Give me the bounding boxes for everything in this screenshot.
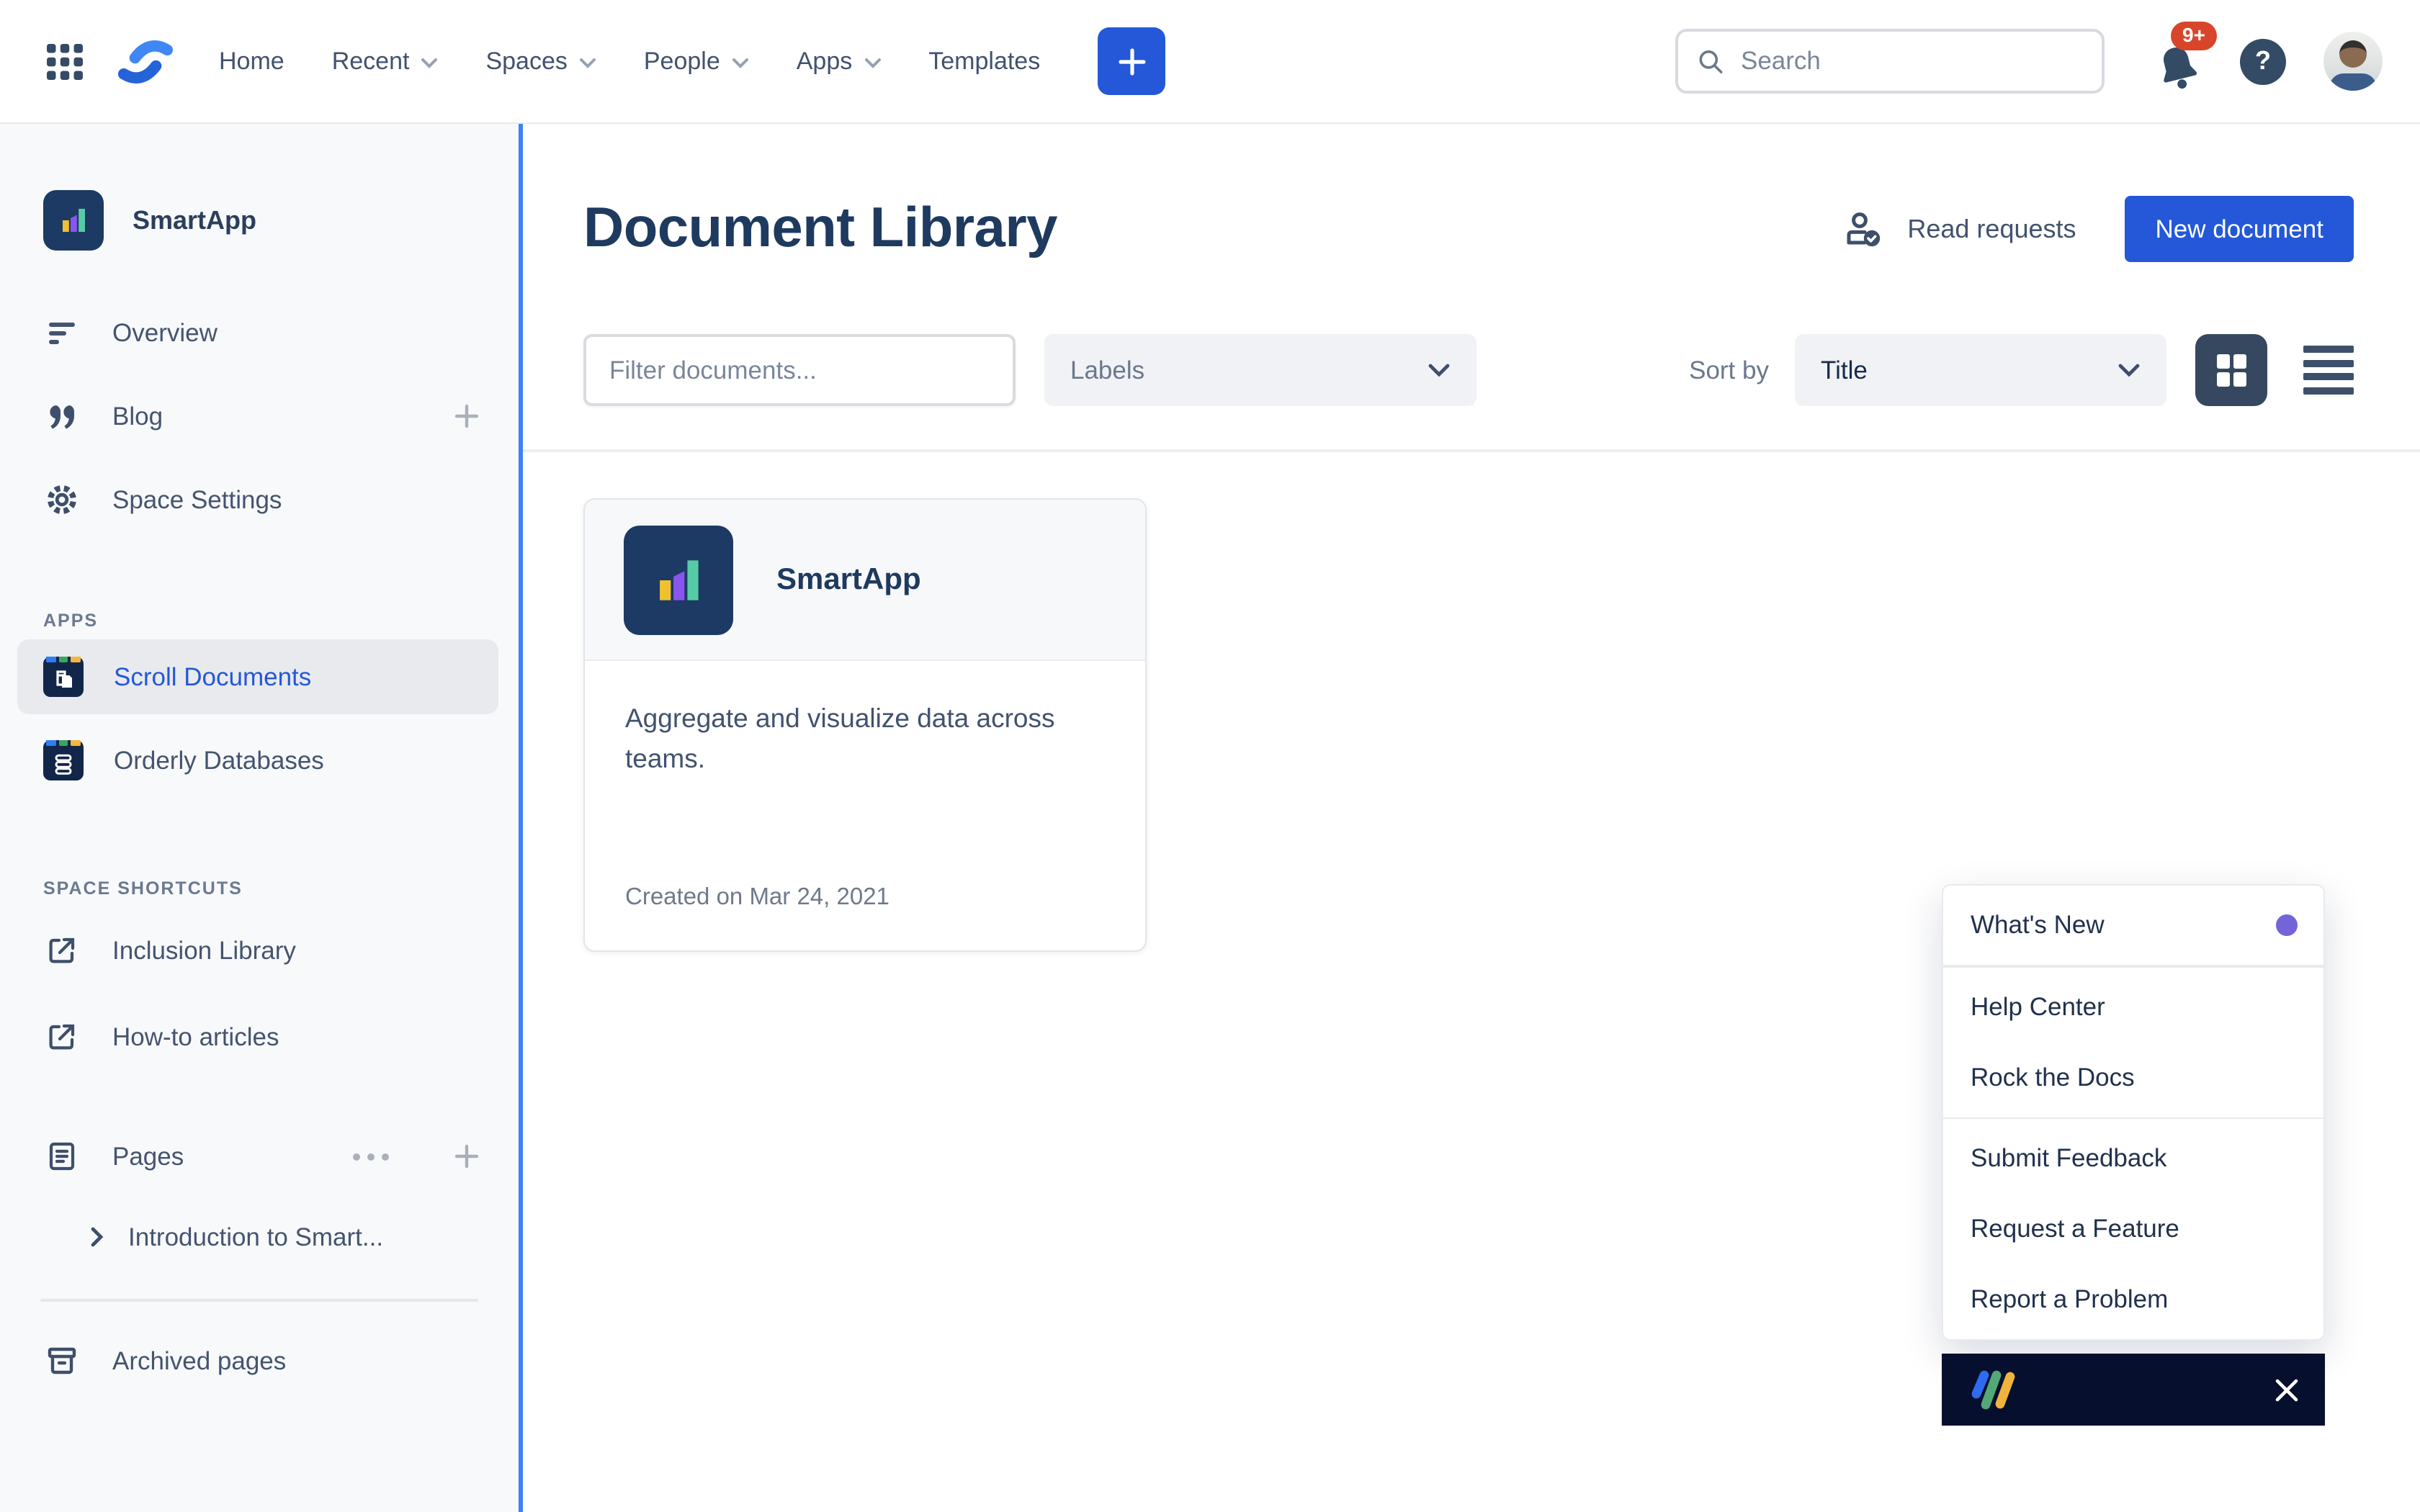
top-navigation-bar: Home Recent Spaces People Apps Templates (0, 0, 2420, 124)
plus-icon (452, 402, 481, 431)
primary-nav: Home Recent Spaces People Apps Templates (219, 47, 1040, 76)
labels-dropdown[interactable]: Labels (1044, 334, 1476, 406)
user-avatar[interactable] (2323, 32, 2383, 91)
chevron-down-icon (732, 57, 749, 68)
menu-item-rock-the-docs[interactable]: Rock the Docs (1943, 1042, 2323, 1112)
content-divider (523, 449, 2420, 452)
sort-by-label: Sort by (1689, 355, 1769, 385)
sidebar-item-blog[interactable]: Blog (0, 374, 519, 458)
orderly-databases-app-icon (43, 740, 84, 780)
scroll-documents-app-icon (43, 657, 84, 697)
search-icon (1697, 45, 1725, 77)
sidebar-item-how-to-articles[interactable]: How-to articles (0, 994, 519, 1080)
menu-item-report-a-problem[interactable]: Report a Problem (1943, 1264, 2323, 1335)
menu-item-submit-feedback[interactable]: Submit Feedback (1943, 1123, 2323, 1194)
chevron-down-icon (1428, 363, 1451, 377)
chevron-down-icon (864, 57, 881, 68)
document-created-date: Created on Mar 24, 2021 (585, 884, 1145, 950)
external-link-icon (43, 1020, 81, 1054)
space-name: SmartApp (133, 205, 256, 235)
document-description: Aggregate and visualize data across team… (585, 661, 1145, 884)
sidebar-item-overview[interactable]: Overview (0, 291, 519, 374)
menu-divider (1943, 965, 2323, 967)
sidebar-item-inclusion-library[interactable]: Inclusion Library (0, 907, 519, 994)
nav-spaces[interactable]: Spaces (485, 47, 596, 76)
nav-apps[interactable]: Apps (797, 47, 882, 76)
menu-item-help-center[interactable]: Help Center (1943, 971, 2323, 1042)
chevron-down-icon (421, 57, 438, 68)
sidebar-item-pages[interactable]: Pages (0, 1115, 519, 1198)
document-card-smartapp[interactable]: SmartApp Aggregate and visualize data ac… (583, 498, 1147, 952)
new-document-button[interactable]: New document (2125, 196, 2354, 262)
space-sidebar: SmartApp Overview (0, 124, 523, 1512)
search-input[interactable] (1741, 46, 2083, 76)
add-blog-button[interactable] (452, 402, 481, 431)
plus-icon (1116, 45, 1147, 77)
sort-dropdown[interactable]: Title (1795, 334, 2166, 406)
quote-icon (43, 399, 81, 433)
create-button[interactable] (1098, 27, 1165, 95)
page-title: Document Library (583, 197, 1057, 261)
plus-icon (452, 1142, 481, 1171)
sidebar-item-orderly-databases[interactable]: Orderly Databases (17, 723, 498, 798)
confluence-logo-icon[interactable] (118, 35, 173, 87)
grid-view-icon (2213, 348, 2250, 392)
document-title: SmartApp (776, 562, 921, 597)
sidebar-item-archived-pages[interactable]: Archived pages (0, 1319, 519, 1403)
grid-view-toggle[interactable] (2195, 334, 2267, 406)
nav-templates[interactable]: Templates (928, 47, 1040, 76)
external-link-icon (43, 933, 81, 968)
notification-badge: 9+ (2171, 21, 2217, 50)
help-popup-menu: What's New Help Center Rock the Docs Sub… (1942, 884, 2325, 1341)
help-button[interactable]: ? (2240, 38, 2286, 84)
menu-divider (1943, 1117, 2323, 1119)
nav-home[interactable]: Home (219, 47, 284, 76)
sidebar-item-space-settings[interactable]: Space Settings (0, 458, 519, 541)
nav-people[interactable]: People (644, 47, 749, 76)
avatar-head (2339, 40, 2367, 68)
app-switcher-icon[interactable] (43, 40, 86, 83)
page-icon (43, 1139, 81, 1174)
avatar-body (2329, 73, 2377, 91)
apps-section-label: APPS (43, 611, 481, 631)
space-shortcuts-section-label: SPACE SHORTCUTS (43, 878, 481, 899)
sidebar-divider (40, 1299, 478, 1302)
chevron-down-icon (2118, 363, 2141, 377)
nav-recent[interactable]: Recent (332, 47, 439, 76)
menu-item-whats-new[interactable]: What's New (1943, 890, 2323, 960)
pages-more-options-icon[interactable] (353, 1153, 389, 1160)
list-view-toggle[interactable] (2303, 346, 2354, 395)
overview-icon (43, 315, 81, 350)
global-search (1675, 29, 2105, 94)
chevron-down-icon (579, 57, 596, 68)
close-icon[interactable] (2273, 1376, 2300, 1403)
gear-icon (43, 482, 81, 517)
archive-icon (43, 1344, 81, 1378)
document-card-header: SmartApp (585, 500, 1145, 661)
filter-documents-input[interactable] (583, 334, 1016, 406)
app-window: Home Recent Spaces People Apps Templates (0, 0, 2420, 1512)
new-indicator-dot (2276, 914, 2298, 936)
person-check-icon (1842, 209, 1886, 249)
read-requests-button[interactable]: Read requests (1842, 209, 2076, 249)
vendor-logo-icon (1966, 1367, 2027, 1413)
menu-item-request-a-feature[interactable]: Request a Feature (1943, 1194, 2323, 1264)
add-page-button[interactable] (452, 1142, 481, 1171)
space-avatar-chart-icon (43, 190, 104, 251)
sidebar-item-scroll-documents[interactable]: Scroll Documents (17, 639, 498, 714)
page-tree-item-introduction[interactable]: Introduction to Smart... (0, 1198, 519, 1276)
notifications-button[interactable]: 9+ (2154, 32, 2202, 90)
document-chart-icon (624, 525, 733, 634)
space-header[interactable]: SmartApp (43, 190, 481, 251)
vendor-teaser-bar (1942, 1354, 2325, 1426)
chevron-right-icon[interactable] (91, 1227, 104, 1247)
